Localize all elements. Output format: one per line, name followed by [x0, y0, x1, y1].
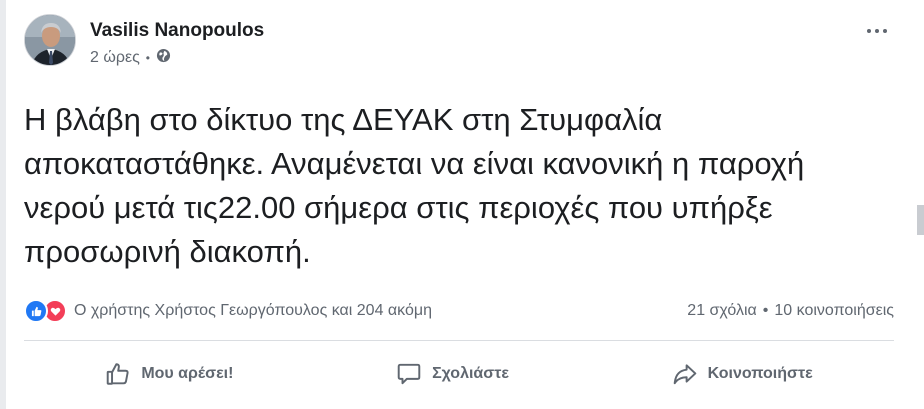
facebook-post: Vasilis Nanopoulos 2 ώρες • Η βλάβη στο …: [0, 0, 924, 409]
avatar-photo-icon: [25, 15, 75, 65]
stats-separator: •: [762, 302, 769, 319]
divider: [24, 340, 894, 341]
shares-count[interactable]: 10 κοινοποιήσεις: [774, 302, 894, 320]
thumbs-up-icon: [105, 361, 131, 387]
avatar[interactable]: [24, 14, 76, 66]
comment-bubble-icon: [396, 361, 422, 387]
scrollbar-thumb[interactable]: [917, 205, 924, 235]
post-stats: 21 σχόλια • 10 κοινοποιήσεις: [687, 302, 894, 320]
globe-icon[interactable]: [156, 48, 171, 68]
comments-count[interactable]: 21 σχόλια: [687, 302, 756, 320]
reaction-icons: [24, 299, 67, 323]
left-border: [0, 0, 6, 409]
reactions-summary[interactable]: Ο χρήστης Χρήστος Γεωργόπουλος και 204 α…: [24, 299, 432, 323]
action-bar: Μου αρέσει! Σχολιάστε Κοινοποιήστε: [24, 344, 894, 404]
post-header: Vasilis Nanopoulos 2 ώρες •: [24, 14, 894, 74]
share-label: Κοινοποιήστε: [707, 365, 813, 382]
like-reaction-icon: [24, 299, 48, 323]
more-options-icon[interactable]: [860, 18, 894, 44]
post-text: Η βλάβη στο δίκτυο της ΔΕΥΑΚ στη Στυμφαλ…: [24, 102, 805, 269]
comment-label: Σχολιάστε: [432, 365, 509, 382]
share-arrow-icon: [672, 361, 698, 387]
reactions-text: Ο χρήστης Χρήστος Γεωργόπουλος και 204 α…: [74, 302, 432, 319]
like-label: Μου αρέσει!: [141, 365, 234, 382]
author-name[interactable]: Vasilis Nanopoulos: [90, 20, 264, 42]
reactions-row: Ο χρήστης Χρήστος Γεωργόπουλος και 204 α…: [24, 298, 894, 324]
post-meta: 2 ώρες •: [90, 48, 171, 68]
post-timestamp[interactable]: 2 ώρες: [90, 49, 140, 67]
share-button[interactable]: Κοινοποιήστε: [658, 355, 827, 393]
comment-button[interactable]: Σχολιάστε: [382, 355, 523, 393]
meta-separator: •: [145, 51, 150, 65]
like-button[interactable]: Μου αρέσει!: [91, 355, 247, 393]
